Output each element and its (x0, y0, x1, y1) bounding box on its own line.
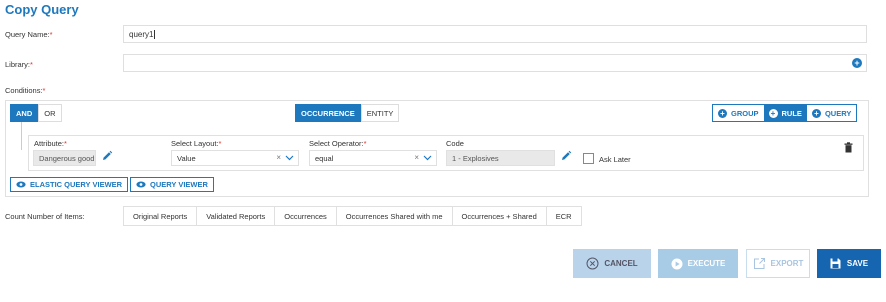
eye-icon (136, 181, 146, 188)
edit-attribute-pencil-icon[interactable] (101, 150, 113, 164)
count-tab-occurrences-plus-shared[interactable]: Occurrences + Shared (451, 206, 547, 226)
floppy-disk-icon (830, 258, 841, 269)
chevron-down-icon[interactable] (285, 153, 294, 164)
count-tab-ecr[interactable]: ECR (545, 206, 582, 226)
logic-and-button[interactable]: AND (10, 104, 39, 122)
conditions-label-text: Conditions: (5, 86, 43, 95)
attribute-label: Attribute:* (34, 139, 67, 148)
required-mark: * (218, 139, 222, 148)
layout-select[interactable]: Value × (171, 150, 299, 166)
x-circle-icon (586, 257, 599, 270)
add-rule-button[interactable]: + RULE (763, 105, 807, 121)
count-tab-occurrences[interactable]: Occurrences (274, 206, 337, 226)
code-label: Code (446, 139, 464, 148)
count-tabs: Original Reports Validated Reports Occur… (123, 206, 582, 226)
text-cursor (154, 29, 156, 39)
required-mark: * (30, 60, 33, 69)
cancel-label: CANCEL (604, 259, 638, 268)
trash-icon (844, 142, 853, 153)
chevron-down-icon[interactable] (423, 153, 432, 164)
attribute-label-text: Attribute: (34, 139, 65, 148)
operator-label: Select Operator:* (309, 139, 367, 148)
scope-toggle: OCCURRENCE ENTITY (295, 104, 400, 122)
layout-label-text: Select Layout: (171, 139, 219, 148)
plus-circle-icon: + (811, 108, 821, 118)
query-viewer-button[interactable]: QUERY VIEWER (130, 177, 214, 192)
add-query-label: QUERY (824, 108, 852, 118)
export-label: EXPORT (770, 259, 804, 268)
save-button[interactable]: SAVE (817, 249, 881, 278)
library-label-text: Library: (5, 60, 31, 69)
add-library-icon[interactable]: + (852, 58, 862, 68)
page-title: Copy Query (5, 2, 79, 17)
scope-occurrence-button[interactable]: OCCURRENCE (295, 104, 361, 122)
logic-or-button[interactable]: OR (38, 104, 62, 122)
conditions-label: Conditions:* (5, 86, 45, 95)
add-group-button[interactable]: + GROUP (713, 105, 764, 121)
pencil-icon (562, 150, 572, 160)
save-label: SAVE (846, 259, 869, 268)
export-icon (753, 258, 765, 269)
required-mark: * (363, 139, 367, 148)
clear-icon[interactable]: × (414, 153, 419, 162)
plus-circle-icon: + (718, 108, 727, 118)
required-mark: * (64, 139, 67, 148)
operator-label-text: Select Operator: (309, 139, 364, 148)
add-rule-label: RULE (781, 108, 802, 118)
cancel-button[interactable]: CANCEL (573, 249, 651, 278)
elastic-query-viewer-label: ELASTIC QUERY VIEWER (30, 180, 123, 189)
query-name-label: Query Name:* (5, 30, 53, 39)
count-tab-occurrences-shared[interactable]: Occurrences Shared with me (335, 206, 453, 226)
elastic-query-viewer-button[interactable]: ELASTIC QUERY VIEWER (10, 177, 129, 192)
logic-toggle: AND OR (10, 104, 62, 122)
add-group-label: GROUP (731, 108, 759, 118)
add-query-button[interactable]: + QUERY (806, 105, 857, 121)
layout-label: Select Layout:* (171, 139, 221, 148)
clear-icon[interactable]: × (276, 153, 281, 162)
edit-code-pencil-icon[interactable] (560, 150, 572, 164)
export-button[interactable]: EXPORT (746, 249, 810, 278)
execute-button[interactable]: EXECUTE (658, 249, 738, 278)
play-circle-icon (671, 258, 683, 269)
ask-later-checkbox[interactable] (583, 153, 594, 164)
delete-rule-trash-icon[interactable] (844, 142, 853, 155)
eye-icon (16, 181, 26, 188)
attribute-field: Dangerous good (33, 150, 96, 166)
library-input[interactable] (123, 54, 867, 72)
add-condition-buttons: + GROUP + RULE + QUERY (712, 104, 858, 122)
attribute-value: Dangerous good (39, 153, 95, 163)
query-name-value: query1 (129, 29, 154, 39)
code-field: 1 - Explosives (446, 150, 555, 166)
count-items-label: Count Number of Items: (5, 212, 85, 221)
execute-label: EXECUTE (687, 259, 726, 268)
ask-later-label: Ask Later (599, 155, 631, 164)
library-label: Library:* (5, 60, 33, 69)
count-tab-original-reports[interactable]: Original Reports (123, 206, 198, 226)
query-name-input[interactable]: query1 (123, 25, 867, 43)
scope-entity-button[interactable]: ENTITY (360, 104, 400, 122)
plus-circle-icon: + (768, 108, 778, 118)
tree-connector (21, 122, 22, 150)
required-mark: * (42, 86, 46, 95)
layout-value: Value (177, 153, 196, 163)
pencil-icon (103, 150, 113, 160)
operator-value: equal (315, 153, 334, 163)
operator-select[interactable]: equal × (309, 150, 437, 166)
code-value: 1 - Explosives (452, 153, 499, 163)
required-mark: * (49, 30, 53, 39)
query-name-label-text: Query Name: (5, 30, 50, 39)
query-viewer-label: QUERY VIEWER (150, 180, 208, 189)
count-tab-validated-reports[interactable]: Validated Reports (196, 206, 276, 226)
